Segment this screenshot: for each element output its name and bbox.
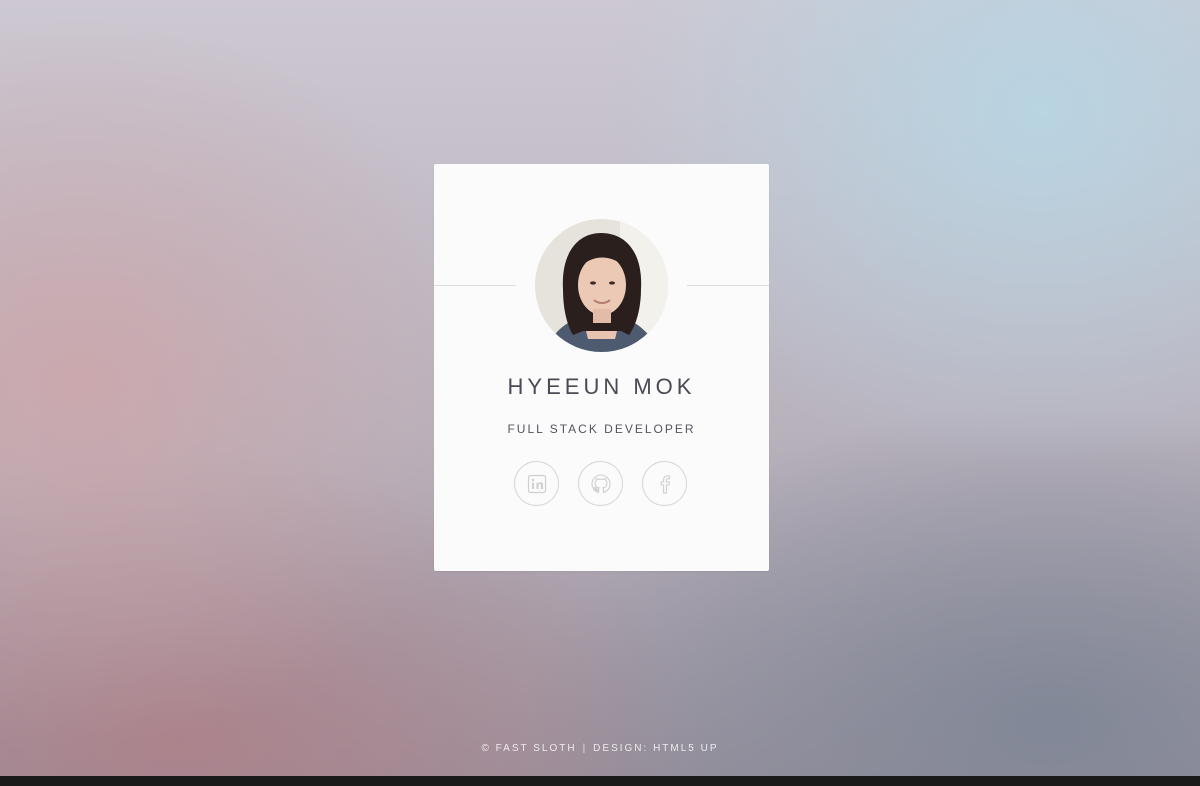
footer: © FAST SLOTH | DESIGN: HTML5 UP (0, 743, 1200, 754)
footer-copyright: © FAST SLOTH (481, 743, 577, 754)
avatar (535, 219, 668, 352)
linkedin-link[interactable] (514, 461, 559, 506)
github-link[interactable] (578, 461, 623, 506)
divider-right (687, 285, 769, 286)
facebook-icon (660, 474, 670, 494)
footer-design-link[interactable]: DESIGN: HTML5 UP (593, 743, 718, 754)
bottom-bar (0, 776, 1200, 786)
profile-role: FULL STACK DEVELOPER (507, 422, 696, 436)
profile-card: HYEEUN MOK FULL STACK DEVELOPER (434, 164, 769, 571)
footer-separator: | (582, 743, 588, 754)
avatar-photo (535, 219, 668, 352)
divider-left (434, 285, 516, 286)
social-links (514, 461, 690, 509)
profile-name: HYEEUN MOK (507, 374, 696, 399)
linkedin-icon (527, 474, 546, 493)
facebook-link[interactable] (642, 461, 687, 506)
github-icon (590, 473, 611, 493)
